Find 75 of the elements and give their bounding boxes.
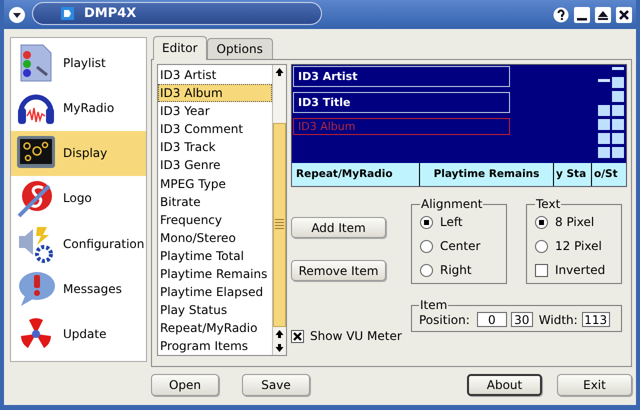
window-title: DMP4X (84, 6, 136, 20)
list-item[interactable]: MPEG Type (158, 174, 272, 193)
list-item[interactable]: ID3 Album (158, 84, 272, 102)
footer-button[interactable]: Open (151, 374, 219, 396)
radio-button[interactable] (535, 216, 548, 228)
radio-button[interactable] (420, 240, 433, 252)
list-item[interactable]: Repeat/MyRadio (158, 319, 272, 338)
list-item[interactable]: Program Items (158, 337, 272, 355)
maximize-icon[interactable] (595, 6, 611, 22)
width-field[interactable]: 113 (582, 312, 610, 327)
footer-button[interactable]: Exit (557, 374, 632, 396)
list-item[interactable]: ID3 Year (158, 102, 272, 120)
radio-label: Right (440, 263, 472, 277)
width-label: Width: (538, 312, 578, 326)
list-item[interactable]: Playtime Remains (158, 265, 272, 284)
display-cell: Playtime Remains (420, 163, 554, 186)
list-item[interactable]: Frequency (158, 210, 272, 229)
tab[interactable]: Options (206, 38, 273, 59)
sidebar-label: Update (63, 327, 106, 342)
sidebar-label: Playlist (63, 56, 106, 70)
radio-label: Left (440, 215, 463, 229)
sidebar-label: Configuration (63, 236, 144, 251)
item-button[interactable]: Add Item (291, 217, 386, 238)
list-item[interactable]: Play Status (158, 301, 272, 320)
list-item[interactable]: ID3 Comment (158, 120, 272, 138)
sidebar-label: Display (63, 146, 108, 160)
display-text-field[interactable]: ID3 Title (293, 92, 510, 113)
radio-button[interactable] (420, 216, 433, 228)
scrollbar[interactable] (272, 65, 286, 355)
sidebar-item[interactable]: Messages (11, 266, 146, 312)
display-cell: Repeat/MyRadio (292, 163, 420, 186)
list-item[interactable]: ID3 Track (158, 138, 272, 156)
list-item[interactable]: Bitrate (158, 192, 272, 211)
group-title: Alignment (420, 197, 484, 211)
sidebar-item[interactable]: Display (11, 130, 146, 176)
group-title: Item (419, 298, 448, 312)
display-cell-text: o/St (593, 167, 618, 182)
radio-label: 12 Pixel (555, 239, 602, 253)
checkbox-label: Inverted (555, 263, 606, 277)
checkbox[interactable] (535, 264, 548, 276)
list-item[interactable]: Playtime Total (158, 246, 272, 266)
sidebar-label: Messages (63, 282, 122, 296)
scroll-thumb[interactable] (273, 123, 286, 327)
radio-label: 8 Pixel (555, 215, 594, 229)
menu-icon[interactable] (8, 6, 26, 24)
checkbox[interactable] (291, 330, 304, 342)
radio-button[interactable] (535, 240, 548, 252)
position-x-field[interactable]: 0 (476, 312, 507, 327)
help-icon[interactable] (553, 6, 569, 22)
sidebar-item[interactable]: MyRadio (11, 85, 146, 130)
footer-button[interactable]: About (467, 374, 542, 396)
display-cell: y Sta (554, 163, 592, 186)
list-item[interactable]: Playtime Elapsed (158, 283, 272, 302)
position-y-field[interactable]: 30 (510, 312, 533, 327)
sidebar-label: MyRadio (63, 100, 114, 115)
radio-button[interactable] (420, 264, 433, 276)
minimize-icon[interactable] (574, 6, 590, 22)
item-button[interactable]: Remove Item (291, 260, 386, 281)
sidebar-item[interactable]: Playlist (11, 40, 146, 85)
sidebar-item[interactable]: Update (11, 312, 146, 357)
checkbox-label: Show VU Meter (310, 329, 402, 343)
list-item[interactable]: Mono/Stereo (158, 228, 272, 247)
radio-label: Center (440, 239, 480, 253)
sidebar-item[interactable]: Logo (11, 176, 146, 221)
list-item[interactable]: ID3 Genre (158, 156, 272, 175)
position-label: Position: (419, 312, 470, 326)
list-item[interactable]: ID3 Artist (158, 66, 272, 84)
sidebar-label: Logo (63, 191, 92, 206)
tab[interactable]: Editor (153, 36, 207, 60)
footer-button[interactable]: Save (242, 374, 310, 396)
app-icon (61, 6, 74, 20)
group-title: Text (535, 197, 562, 211)
sidebar-item[interactable]: Configuration (11, 221, 146, 266)
close-icon[interactable] (616, 6, 632, 22)
display-text-field[interactable]: ID3 Artist (293, 66, 510, 87)
